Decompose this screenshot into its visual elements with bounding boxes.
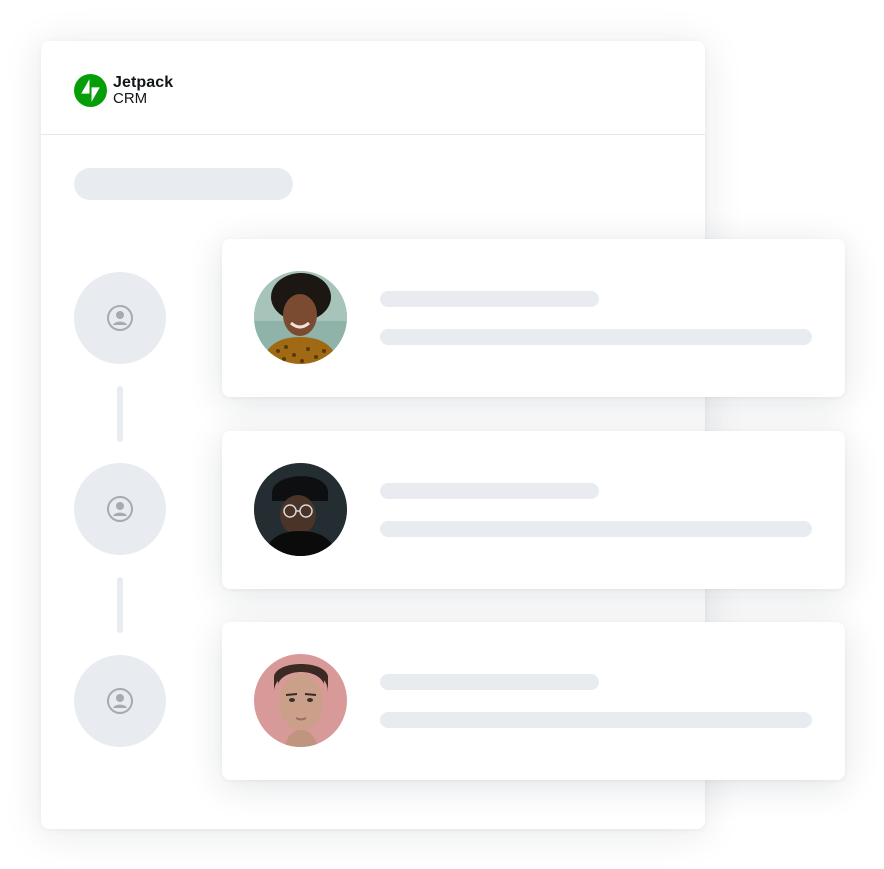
contact-name-skeleton [380,483,599,499]
contact-detail-skeleton [380,521,812,537]
avatar-photo-man-beanie-glasses [254,463,347,556]
crm-illustration: Jetpack CRM [0,0,884,869]
panel-header: Jetpack CRM [41,41,705,135]
contact-avatar [254,271,347,364]
contact-detail-skeleton [380,329,812,345]
avatar-photo-woman-curly-hair [254,271,347,364]
avatar-photo-person-pink-background [254,654,347,747]
contact-card[interactable] [222,622,845,780]
logo-text: Jetpack CRM [113,73,174,107]
contact-avatar [254,463,347,556]
contact-name-skeleton [380,674,599,690]
logo-word: Jetpack [113,73,174,91]
jetpack-crm-logo[interactable]: Jetpack CRM [74,74,173,107]
timeline-connector [117,577,123,633]
user-circle-icon [107,688,133,714]
timeline-node [74,463,166,555]
jetpack-bolt-icon [74,74,107,107]
logo-sub: CRM [113,89,148,107]
contact-card[interactable] [222,239,845,397]
contact-detail-skeleton [380,712,812,728]
contact-name-skeleton [380,291,599,307]
contact-avatar [254,654,347,747]
title-skeleton [74,168,293,200]
timeline-connector [117,386,123,442]
user-circle-icon [107,305,133,331]
user-circle-icon [107,496,133,522]
timeline-node [74,655,166,747]
contact-card[interactable] [222,431,845,589]
timeline-node [74,272,166,364]
